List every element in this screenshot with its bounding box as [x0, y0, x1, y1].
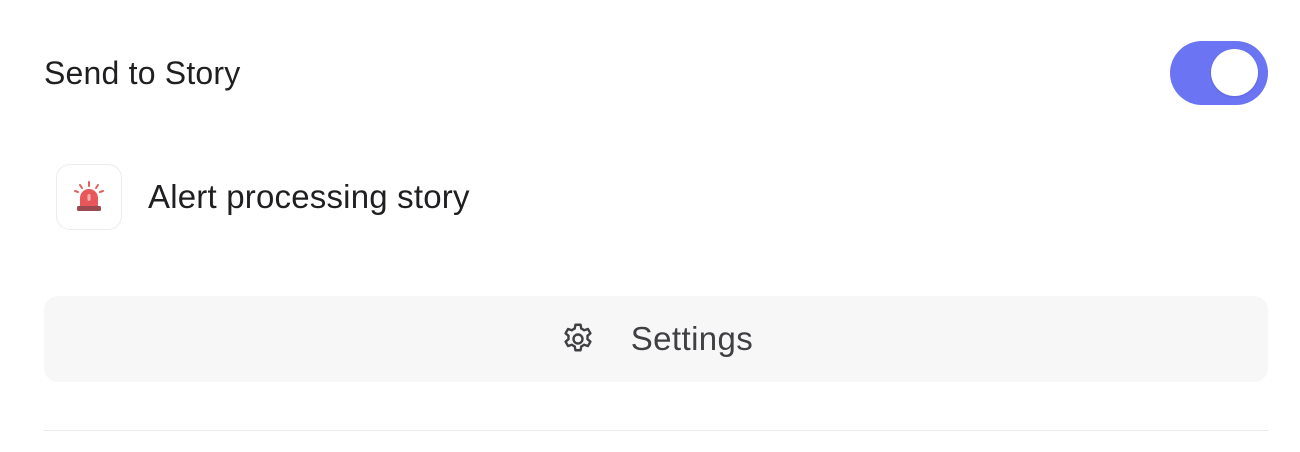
toggle-knob	[1211, 49, 1258, 96]
send-to-story-toggle[interactable]	[1170, 41, 1268, 105]
send-to-story-panel: Send to Story Alert processing story Set…	[0, 0, 1300, 452]
divider	[44, 430, 1268, 431]
gear-icon	[559, 320, 597, 358]
story-label: Alert processing story	[148, 178, 470, 215]
section-title: Send to Story	[44, 54, 241, 91]
siren-icon	[56, 164, 122, 230]
settings-label: Settings	[630, 320, 754, 357]
selected-story[interactable]: Alert processing story	[56, 163, 470, 231]
settings-button[interactable]: Settings	[44, 296, 1268, 382]
send-to-story-header: Send to Story	[44, 40, 1268, 106]
